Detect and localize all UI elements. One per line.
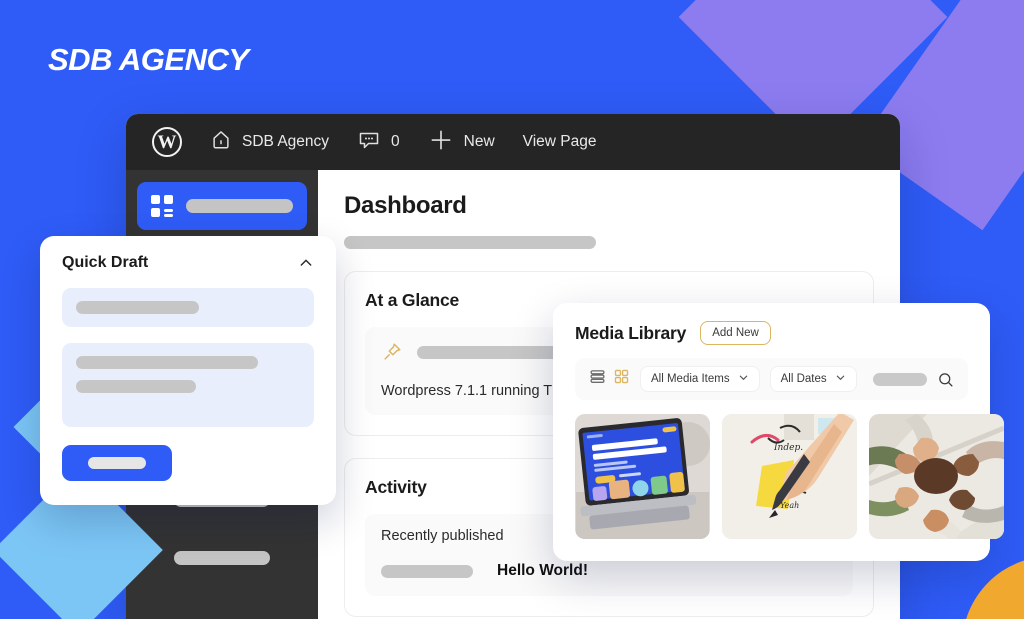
admin-bar-wp-logo[interactable]: W	[140, 114, 196, 170]
media-library-card: Media Library Add New All Media Items Al…	[553, 303, 1004, 561]
quick-draft-header: Quick Draft	[62, 254, 314, 272]
dashboard-grid-icon	[151, 195, 173, 217]
sidebar-item-dashboard[interactable]	[137, 182, 307, 230]
grid-view-icon[interactable]	[613, 368, 630, 390]
home-icon	[210, 129, 232, 156]
admin-bar: W SDB Agency 0 New View Page	[126, 114, 900, 170]
search-input[interactable]	[872, 372, 927, 386]
filter-dates-select[interactable]: All Dates	[769, 366, 857, 392]
quick-draft-title-placeholder	[76, 301, 199, 314]
page-title: Dashboard	[344, 192, 467, 219]
decorative-orange-circle	[962, 556, 1024, 619]
sidebar-item-3-label	[174, 551, 270, 565]
quick-draft-save-label	[88, 457, 146, 469]
activity-row: Hello World!	[381, 562, 837, 580]
sidebar-item-dashboard-label	[186, 199, 293, 213]
wordpress-logo-icon: W	[152, 127, 182, 157]
admin-bar-comments[interactable]: 0	[343, 114, 414, 170]
media-library-header: Media Library Add New	[575, 321, 968, 345]
laptop-ux-design-thumbnail[interactable]	[575, 414, 710, 539]
quick-draft-content-field[interactable]	[62, 343, 314, 427]
admin-bar-new-label: New	[463, 133, 495, 150]
admin-bar-site-label: SDB Agency	[242, 133, 330, 150]
list-view-icon[interactable]	[589, 368, 606, 390]
quick-draft-content-placeholder-1	[76, 356, 258, 369]
admin-bar-view-page[interactable]: View Page	[509, 114, 611, 170]
promo-stage: SDB AGENCY W SDB Agency 0 New View Page …	[0, 0, 1024, 619]
svg-text:Yeah: Yeah	[780, 501, 799, 510]
chevron-down-icon	[835, 372, 846, 386]
media-thumbnail-grid: Indep. APP Yeah	[575, 414, 1004, 539]
admin-bar-view-page-label: View Page	[522, 133, 597, 150]
pushpin-icon	[381, 341, 403, 363]
filter-media-items-select[interactable]: All Media Items	[640, 366, 760, 392]
add-new-button[interactable]: Add New	[700, 321, 771, 345]
media-library-toolbar: All Media Items All Dates	[575, 358, 968, 400]
brand-logo: SDB AGENCY	[48, 42, 249, 77]
page-subtitle-placeholder	[344, 236, 596, 249]
filter-media-items-label: All Media Items	[651, 373, 730, 385]
admin-bar-new[interactable]: New	[414, 114, 509, 170]
quick-draft-title-field[interactable]	[62, 288, 314, 327]
admin-bar-site-name[interactable]: SDB Agency	[196, 114, 343, 170]
quick-draft-content-placeholder-2	[76, 380, 196, 393]
plus-icon	[428, 127, 454, 158]
activity-post-title[interactable]: Hello World!	[497, 562, 588, 580]
filter-dates-label: All Dates	[780, 373, 827, 385]
chevron-up-icon[interactable]	[298, 255, 314, 271]
search-icon[interactable]	[937, 371, 954, 388]
chevron-down-icon	[738, 372, 749, 386]
whiteboard-writing-thumbnail[interactable]: Indep. APP Yeah	[722, 414, 857, 539]
svg-text:Indep.: Indep.	[773, 443, 803, 453]
admin-bar-comments-count: 0	[391, 133, 400, 150]
comment-bubble-icon	[357, 128, 381, 157]
activity-date-placeholder	[381, 564, 473, 578]
quick-draft-title: Quick Draft	[62, 254, 149, 271]
quick-draft-card: Quick Draft	[40, 236, 336, 505]
sidebar-item-3[interactable]	[137, 534, 307, 582]
view-mode-switch	[589, 368, 630, 390]
quick-draft-save-button[interactable]	[62, 445, 172, 481]
team-fistbump-thumbnail[interactable]	[869, 414, 1004, 539]
media-library-title: Media Library	[575, 322, 687, 343]
